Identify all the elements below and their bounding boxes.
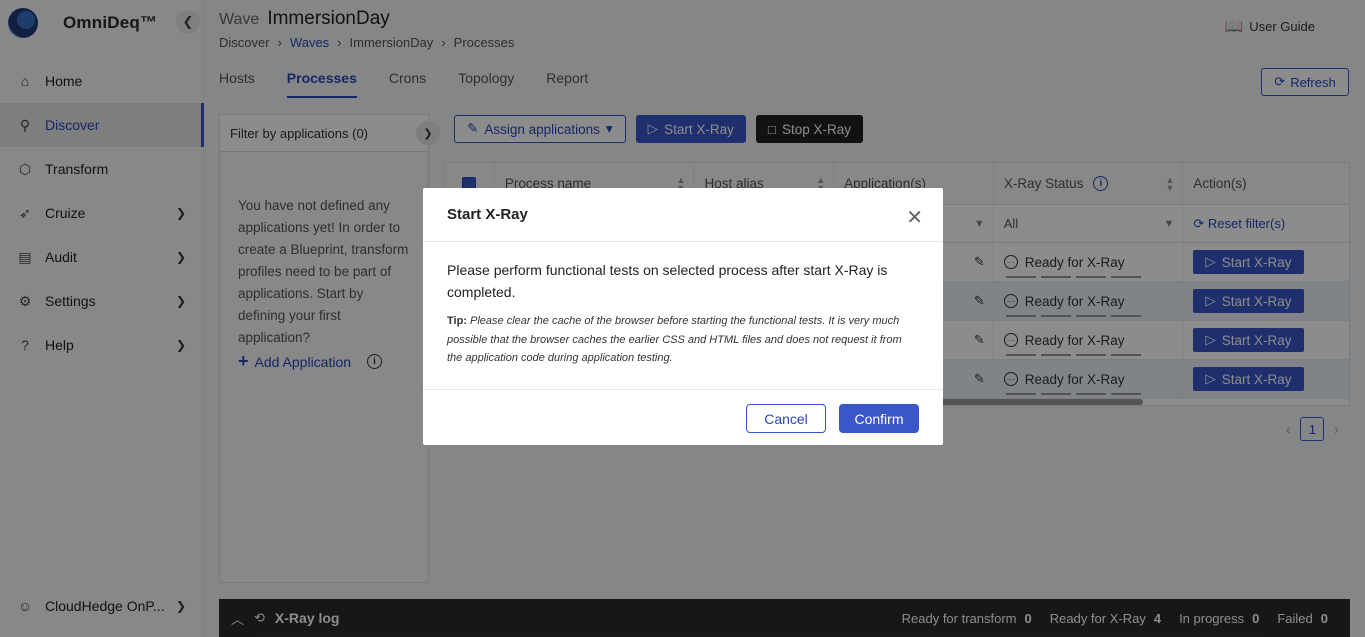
confirm-button[interactable]: Confirm	[839, 404, 919, 433]
tip-text: Please clear the cache of the browser be…	[447, 315, 902, 364]
start-xray-dialog: Start X-Ray ✕ Please perform functional …	[423, 188, 943, 445]
dialog-footer: Cancel Confirm	[423, 390, 943, 433]
tip-label: Tip:	[447, 315, 467, 327]
cancel-button[interactable]: Cancel	[746, 404, 826, 433]
dialog-message: Please perform functional tests on selec…	[447, 262, 888, 300]
dialog-title: Start X-Ray	[447, 206, 528, 223]
dialog-header: Start X-Ray ✕	[423, 188, 943, 242]
close-icon[interactable]: ✕	[906, 205, 923, 230]
dialog-tip: Tip: Please clear the cache of the brows…	[447, 312, 919, 368]
dialog-body: Please perform functional tests on selec…	[423, 242, 943, 390]
